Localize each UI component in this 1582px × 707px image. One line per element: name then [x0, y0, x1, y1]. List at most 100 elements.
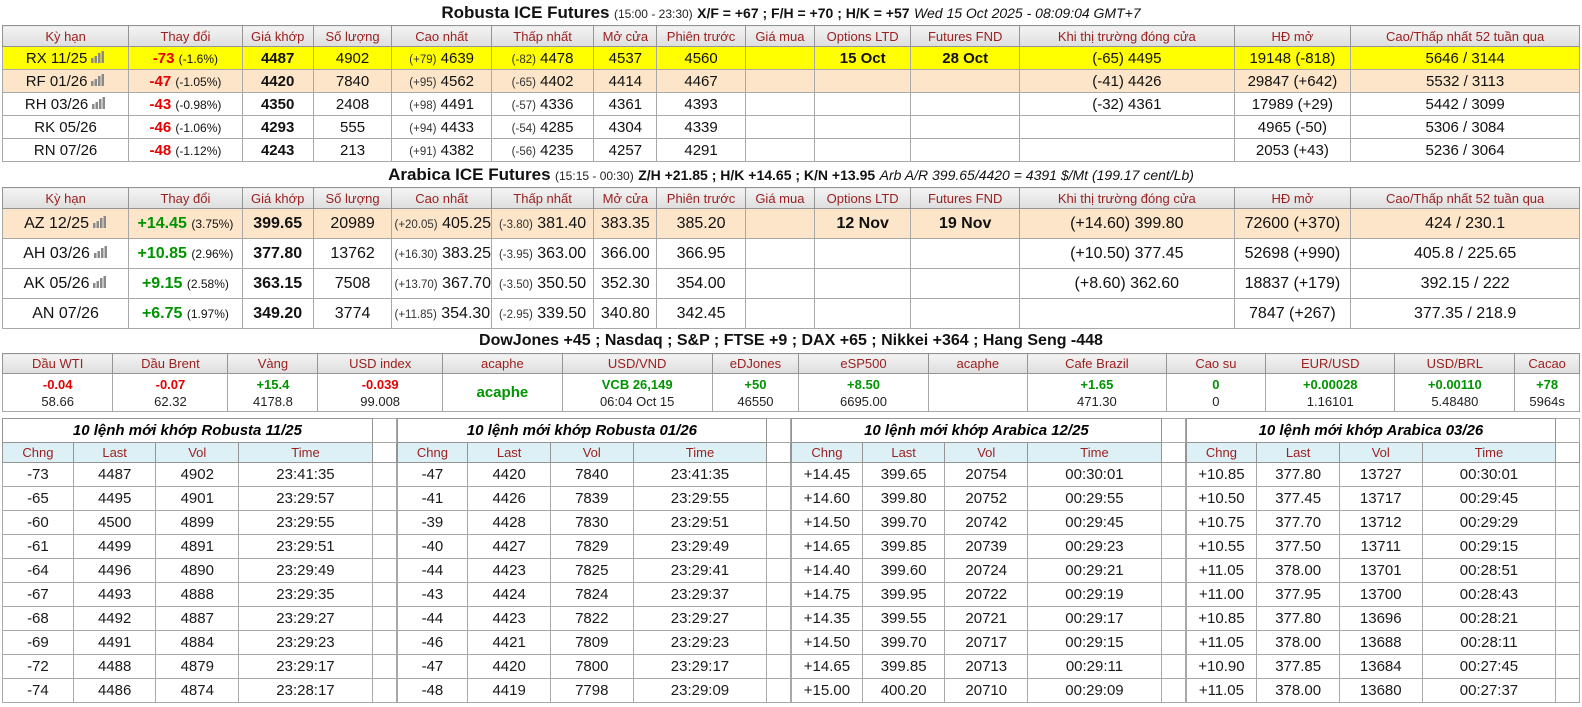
open-interest-cell: 4965 (-50) — [1233, 115, 1352, 139]
spacer-cell — [1555, 486, 1580, 511]
arabica-title-line: Arabica ICE Futures (15:15 - 00:30) Z/H … — [0, 162, 1582, 187]
col-52week: Cao/Thấp nhất 52 tuần qua — [1350, 25, 1580, 47]
last-cell: 4487 — [72, 462, 157, 487]
acaphe-brand[interactable]: acaphe — [445, 384, 560, 401]
chart-icon[interactable] — [93, 275, 107, 293]
futures-row: AN 07/26 +6.75 (1.97%) 349.20 3774 (+11.… — [1, 298, 1580, 329]
spacer-cell — [1160, 558, 1186, 583]
contract-label[interactable]: AZ 12/25 — [24, 215, 89, 232]
usd-vnd-change: VCB 26,149 — [601, 376, 673, 392]
open-cell: 4304 — [593, 115, 658, 139]
vol-cell: 13696 — [1338, 606, 1423, 631]
robusta-spreads: X/F = +67 ; F/H = +70 ; H/K = +57 — [697, 5, 910, 21]
spacer-cell — [1555, 630, 1580, 655]
chng-cell: +14.50 — [791, 630, 863, 655]
bid-cell — [744, 92, 816, 116]
chng-cell: +10.55 — [1185, 534, 1258, 559]
open-interest-cell: 2053 (+43) — [1233, 138, 1352, 162]
orderbook-title: 10 lệnh mới khớp Arabica 12/25 — [791, 418, 1162, 443]
contract-label[interactable]: RX 11/25 — [26, 50, 87, 67]
vol-cell: 4884 — [155, 630, 240, 655]
col-cocoa: Cacao — [1514, 353, 1580, 374]
contract-label[interactable]: AK 05/26 — [24, 275, 90, 292]
time-cell: 23:29:57 — [238, 486, 373, 511]
chart-icon[interactable] — [91, 73, 105, 90]
vol-cell: 7830 — [549, 510, 634, 535]
usd-brl-cell: +0.00110 5.48480 — [1394, 373, 1516, 412]
col-time: Time — [1027, 442, 1162, 463]
acaphe-cell[interactable]: acaphe — [441, 373, 563, 412]
orderbook-row: -47 4420 7800 23:29:17 — [396, 654, 791, 679]
last-cell: 399.65 — [861, 462, 946, 487]
contract-cell[interactable]: RN 07/26 — [1, 138, 130, 162]
contract-cell[interactable]: AZ 12/25 — [1, 208, 130, 239]
chart-icon[interactable] — [91, 50, 105, 67]
open-cell: 366.00 — [593, 238, 658, 269]
contract-label[interactable]: RH 03/26 — [25, 96, 88, 113]
high-cell: (+79) 4639 — [391, 46, 492, 70]
contract-label[interactable]: RK 05/26 — [34, 119, 97, 136]
contract-cell[interactable]: AH 03/26 — [1, 238, 130, 269]
robusta-title-line: Robusta ICE Futures (15:00 - 23:30) X/F … — [0, 0, 1582, 25]
contract-cell[interactable]: AK 05/26 — [1, 268, 130, 299]
volume-cell: 7840 — [312, 69, 393, 93]
contract-cell[interactable]: AN 07/26 — [1, 298, 130, 329]
spacer-cell — [1160, 418, 1186, 443]
contract-label[interactable]: RF 01/26 — [26, 73, 88, 90]
futures-row: RF 01/26 -47 (-1.05%) 4420 7840 (+95) 45… — [1, 69, 1580, 93]
week52-cell: 5442 / 3099 — [1350, 92, 1580, 116]
col-low: Thấp nhất — [490, 187, 595, 209]
low-cell: (-54) 4285 — [490, 115, 595, 139]
time-cell: 23:29:09 — [632, 678, 768, 703]
last-price-cell: 4243 — [241, 138, 314, 162]
vol-cell: 7800 — [549, 654, 634, 679]
cafe-brazil-change: +1.65 — [1080, 376, 1114, 392]
contract-cell[interactable]: RH 03/26 — [1, 92, 130, 116]
contract-cell[interactable]: RK 05/26 — [1, 115, 130, 139]
contract-label[interactable]: AH 03/26 — [23, 245, 90, 262]
orderbook-row: +10.75 377.70 13712 00:29:29 — [1185, 510, 1580, 535]
contract-cell[interactable]: RF 01/26 — [1, 69, 130, 93]
col-time: Time — [238, 442, 373, 463]
change-value: +9.15 — [141, 274, 183, 292]
spacer-cell — [766, 654, 791, 679]
chart-icon[interactable] — [93, 245, 108, 263]
high-diff: (+13.70) — [394, 278, 438, 291]
time-cell: 23:29:27 — [632, 606, 768, 631]
futures-row: RX 11/25 -73 (-1.6%) 4487 4902 (+79) 463… — [1, 46, 1580, 70]
chart-icon[interactable] — [93, 215, 107, 233]
last-cell: 399.70 — [861, 510, 946, 535]
high-cell: (+16.30) 383.25 — [391, 238, 492, 269]
time-cell: 00:30:01 — [1027, 462, 1162, 487]
chng-cell: -48 — [396, 678, 469, 703]
time-cell: 00:29:09 — [1027, 678, 1162, 703]
chart-icon[interactable] — [92, 96, 106, 113]
week52-cell: 5532 / 3113 — [1350, 69, 1580, 93]
orderbook-row: +14.40 399.60 20724 00:29:21 — [791, 558, 1186, 583]
time-cell: 23:29:49 — [238, 558, 373, 583]
spacer-cell — [1160, 442, 1186, 463]
col-chng: Chng — [1185, 442, 1258, 463]
vol-cell: 13717 — [1338, 486, 1423, 511]
low-diff: (-3.95) — [498, 248, 533, 261]
contract-label[interactable]: RN 07/26 — [34, 142, 97, 159]
high-diff: (+79) — [409, 53, 437, 66]
spacer-cell — [1160, 486, 1186, 511]
high-value: 4433 — [440, 118, 475, 136]
vol-cell: 7824 — [549, 582, 634, 607]
contract-label[interactable]: AN 07/26 — [32, 305, 99, 322]
robusta-title: Robusta ICE Futures — [441, 3, 610, 22]
high-value: 4382 — [440, 141, 475, 159]
edjones-cell: +50 46550 — [711, 373, 800, 412]
col-time: Time — [1421, 442, 1557, 463]
change-cell: -73 (-1.6%) — [128, 46, 243, 70]
spacer-cell — [1555, 678, 1580, 703]
spacer-cell — [1555, 558, 1580, 583]
col-futures-fnd: Futures FND — [910, 25, 1021, 47]
low-value: 350.50 — [537, 274, 587, 292]
bid-cell — [744, 46, 816, 70]
oil-wti-cell: -0.04 58.66 — [1, 373, 114, 412]
eur-usd-change: +0.00028 — [1302, 376, 1358, 392]
contract-cell[interactable]: RX 11/25 — [1, 46, 130, 70]
orderbook-row: -68 4492 4887 23:29:27 — [2, 606, 397, 631]
